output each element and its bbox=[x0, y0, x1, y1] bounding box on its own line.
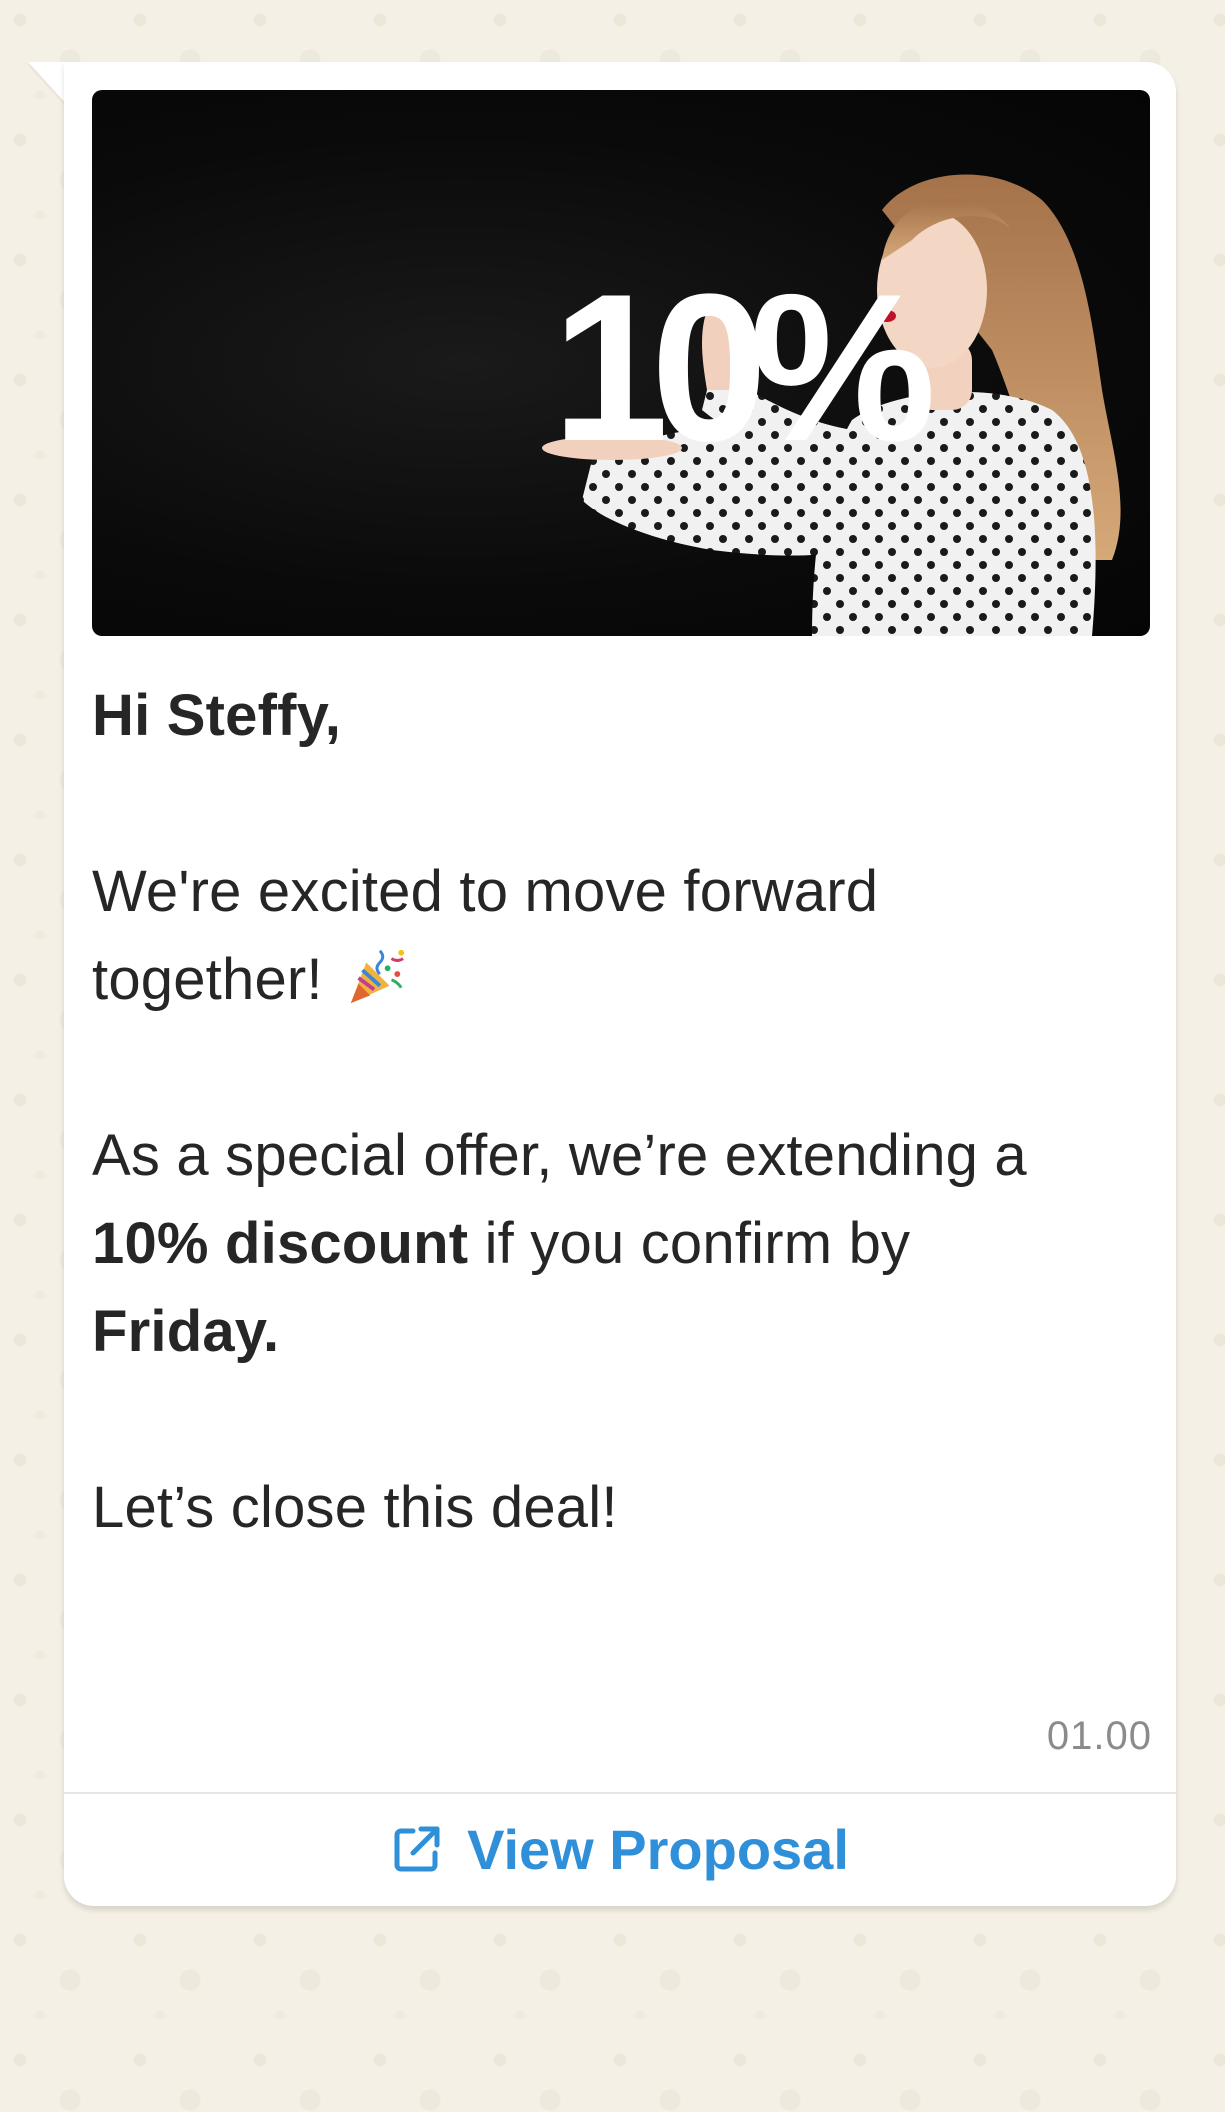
message-text: Hi Steffy, We're excited to move forward… bbox=[92, 672, 1142, 1552]
bubble-tail bbox=[28, 62, 68, 106]
paragraph-1-line-2: together! bbox=[92, 947, 323, 1012]
paragraph-2-line-1: As a special offer, we’re extending a bbox=[92, 1123, 1027, 1188]
view-proposal-label: View Proposal bbox=[467, 1817, 849, 1881]
paragraph-1: We're excited to move forward together! bbox=[92, 848, 1142, 1024]
promo-image[interactable]: 10% bbox=[92, 90, 1150, 636]
message-timestamp: 01.00 bbox=[1046, 1714, 1152, 1758]
deadline-highlight: Friday. bbox=[92, 1299, 280, 1364]
message-bubble: 10% Hi Steffy, We're excited to move for… bbox=[64, 62, 1176, 1906]
paragraph-1-line-1: We're excited to move forward bbox=[92, 859, 879, 924]
greeting-text: Hi Steffy, bbox=[92, 683, 342, 748]
closing-text: Let’s close this deal! bbox=[92, 1475, 618, 1540]
paragraph-2: As a special offer, we’re extending a 10… bbox=[92, 1112, 1142, 1376]
discount-sign: 10% bbox=[552, 250, 932, 485]
external-link-icon bbox=[394, 1826, 440, 1872]
party-popper-icon bbox=[350, 949, 405, 1004]
discount-highlight: 10% discount bbox=[92, 1211, 469, 1276]
view-proposal-button[interactable]: View Proposal bbox=[64, 1794, 1176, 1904]
paragraph-2-line-2: if you confirm by bbox=[468, 1211, 911, 1276]
